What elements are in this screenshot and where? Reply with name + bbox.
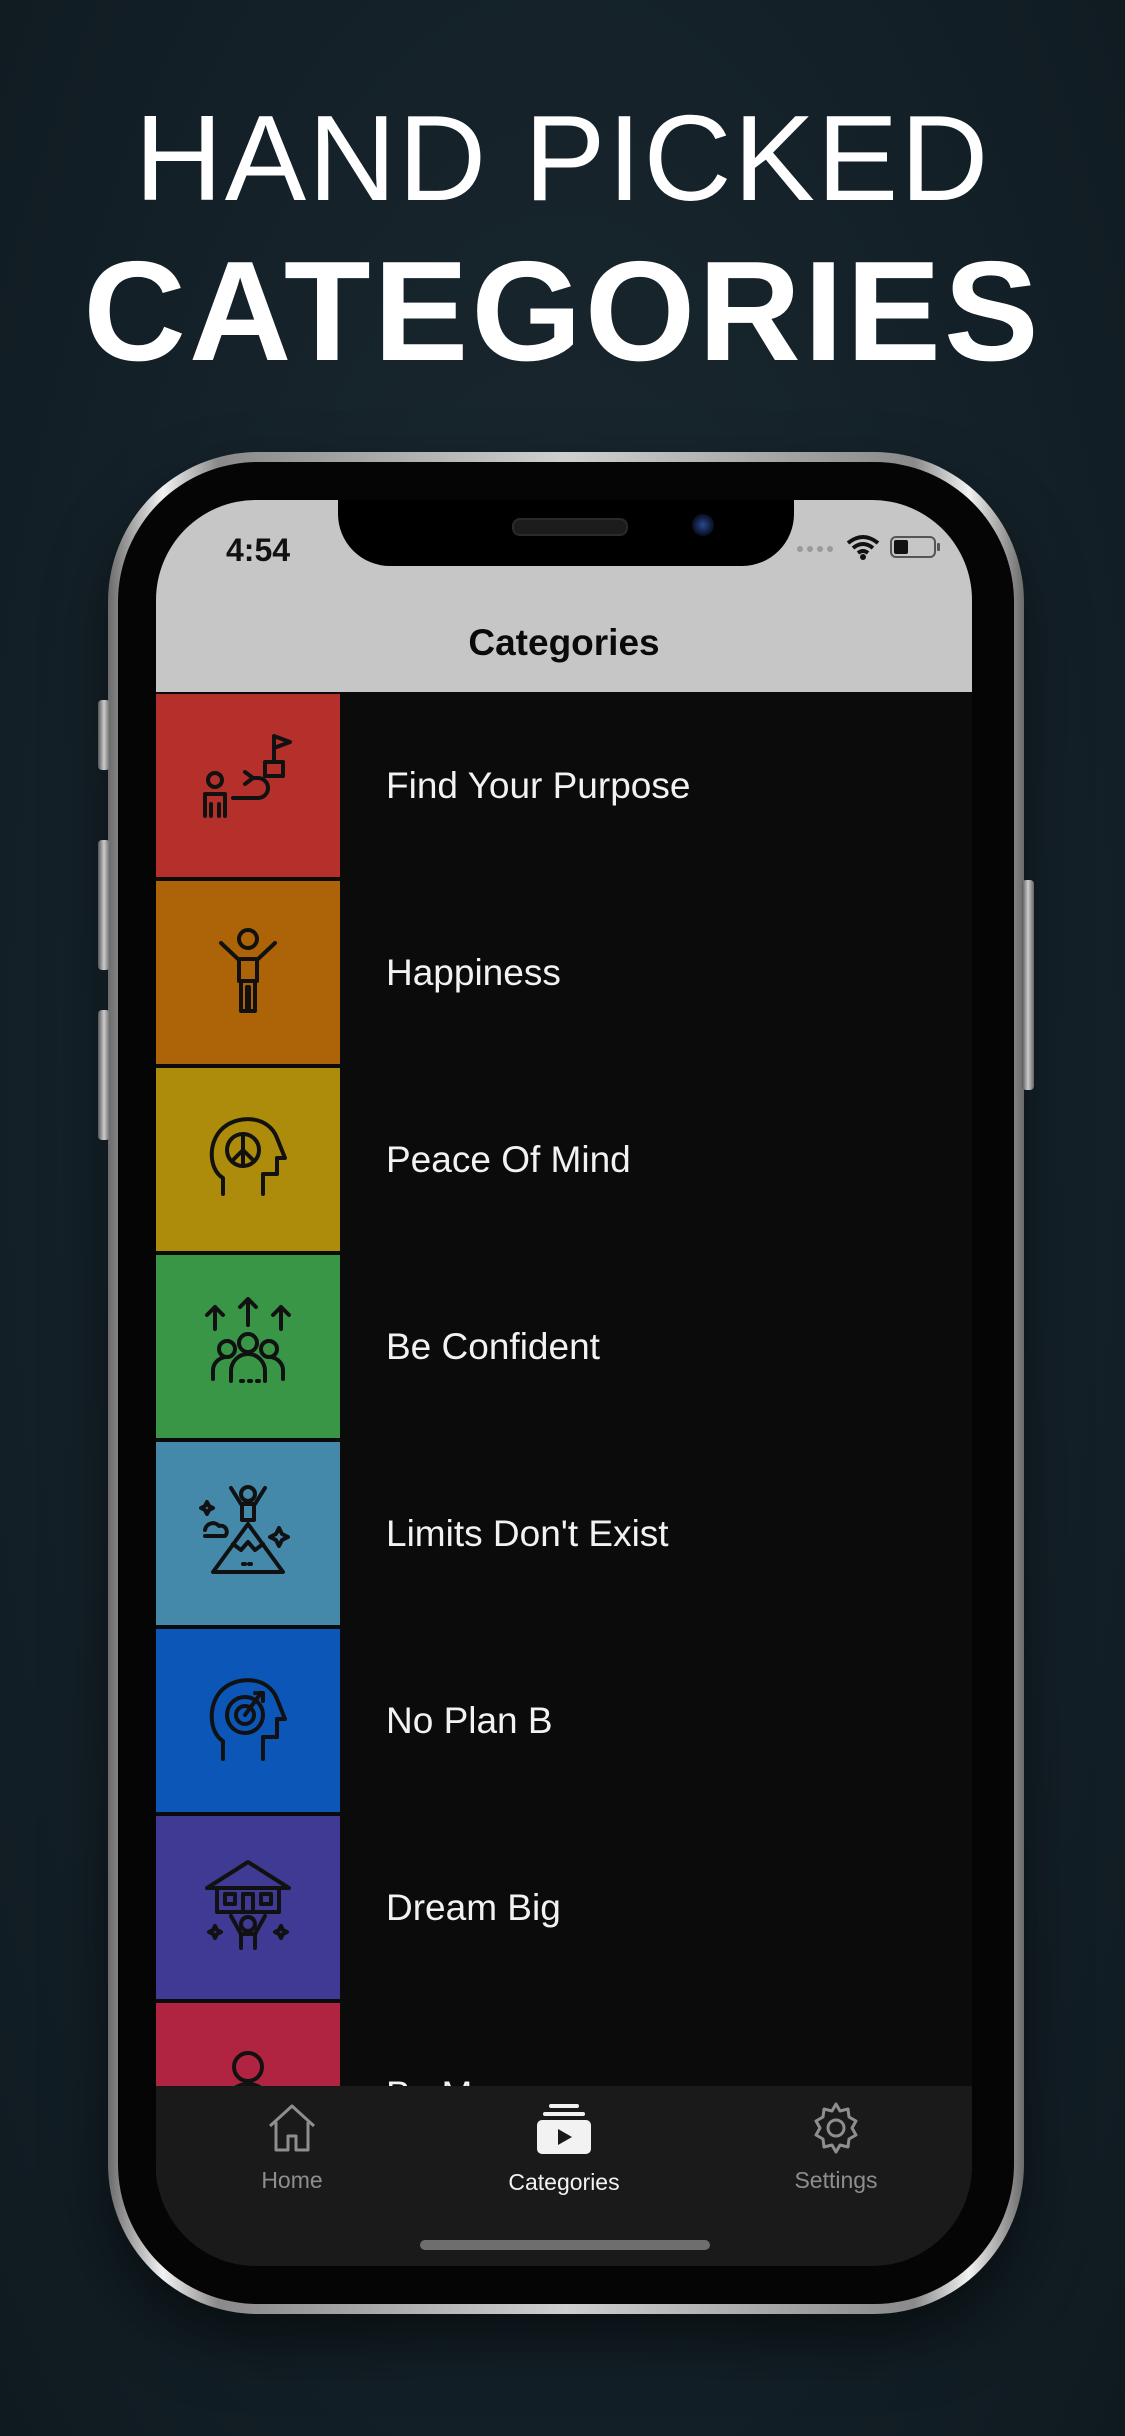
front-camera xyxy=(692,514,714,536)
battery-icon xyxy=(890,535,942,564)
hero-title-line2: CATEGORIES xyxy=(83,232,1042,391)
category-row-happiness[interactable]: Happiness xyxy=(156,879,972,1066)
tab-label: Settings xyxy=(794,2167,878,2193)
category-tile xyxy=(156,1255,340,1438)
category-label: Peace Of Mind xyxy=(386,1139,631,1180)
category-tile xyxy=(156,1816,340,1999)
status-icons xyxy=(796,534,942,565)
category-tile xyxy=(156,1629,340,1812)
category-label: Happiness xyxy=(386,952,561,993)
category-label: Find Your Purpose xyxy=(386,765,691,806)
volume-down-button xyxy=(98,1010,110,1140)
signal-dots-icon xyxy=(796,541,836,559)
purpose-path-icon xyxy=(193,728,303,843)
category-row-limits-dont-exist[interactable]: Limits Don't Exist xyxy=(156,1440,972,1627)
category-tile xyxy=(156,694,340,877)
gear-icon xyxy=(808,2102,864,2160)
category-row-peace-of-mind[interactable]: Peace Of Mind xyxy=(156,1066,972,1253)
tab-categories[interactable]: Categories xyxy=(464,2100,664,2196)
category-row-be-confident[interactable]: Be Confident xyxy=(156,1253,972,1440)
category-label: Dream Big xyxy=(386,1887,561,1928)
volume-up-button xyxy=(98,840,110,970)
categories-icon xyxy=(535,2104,593,2162)
target-head-icon xyxy=(193,1663,303,1778)
tab-home[interactable]: Home xyxy=(192,2100,392,2194)
category-row-no-plan-b[interactable]: No Plan B xyxy=(156,1627,972,1814)
home-icon xyxy=(264,2104,320,2160)
phone-screen: 4:54 Categories Find Your Purpose Happin… xyxy=(156,500,972,2266)
home-indicator[interactable] xyxy=(420,2240,710,2250)
notch xyxy=(338,500,794,566)
hero-title-line1: HAND PICKED xyxy=(134,90,991,226)
power-button xyxy=(1022,880,1034,1090)
mute-switch xyxy=(98,700,110,770)
happy-person-icon xyxy=(193,915,303,1030)
category-label: No Plan B xyxy=(386,1700,553,1741)
confident-group-icon xyxy=(193,1289,303,1404)
category-tile xyxy=(156,881,340,1064)
category-tile xyxy=(156,1442,340,1625)
dream-house-icon xyxy=(193,1850,303,1965)
status-time: 4:54 xyxy=(226,532,291,568)
category-label: Be Confident xyxy=(386,1326,600,1367)
wifi-icon xyxy=(846,534,880,565)
navigation-bar: 4:54 Categories xyxy=(156,500,972,692)
page-title: Categories xyxy=(468,622,660,663)
category-row-dream-big[interactable]: Dream Big xyxy=(156,1814,972,2001)
tab-label: Categories xyxy=(508,2169,620,2195)
category-label: Limits Don't Exist xyxy=(386,1513,669,1554)
category-row-find-your-purpose[interactable]: Find Your Purpose xyxy=(156,692,972,879)
mountain-summit-icon xyxy=(193,1476,303,1591)
peace-head-icon xyxy=(193,1102,303,1217)
tab-bar: Home Categories Settings xyxy=(156,2086,972,2266)
tab-label: Home xyxy=(261,2167,323,2193)
speaker-grille xyxy=(512,518,628,536)
category-list[interactable]: Find Your Purpose Happiness Peace Of Min… xyxy=(156,692,972,2188)
tab-settings[interactable]: Settings xyxy=(736,2100,936,2194)
category-tile xyxy=(156,1068,340,1251)
